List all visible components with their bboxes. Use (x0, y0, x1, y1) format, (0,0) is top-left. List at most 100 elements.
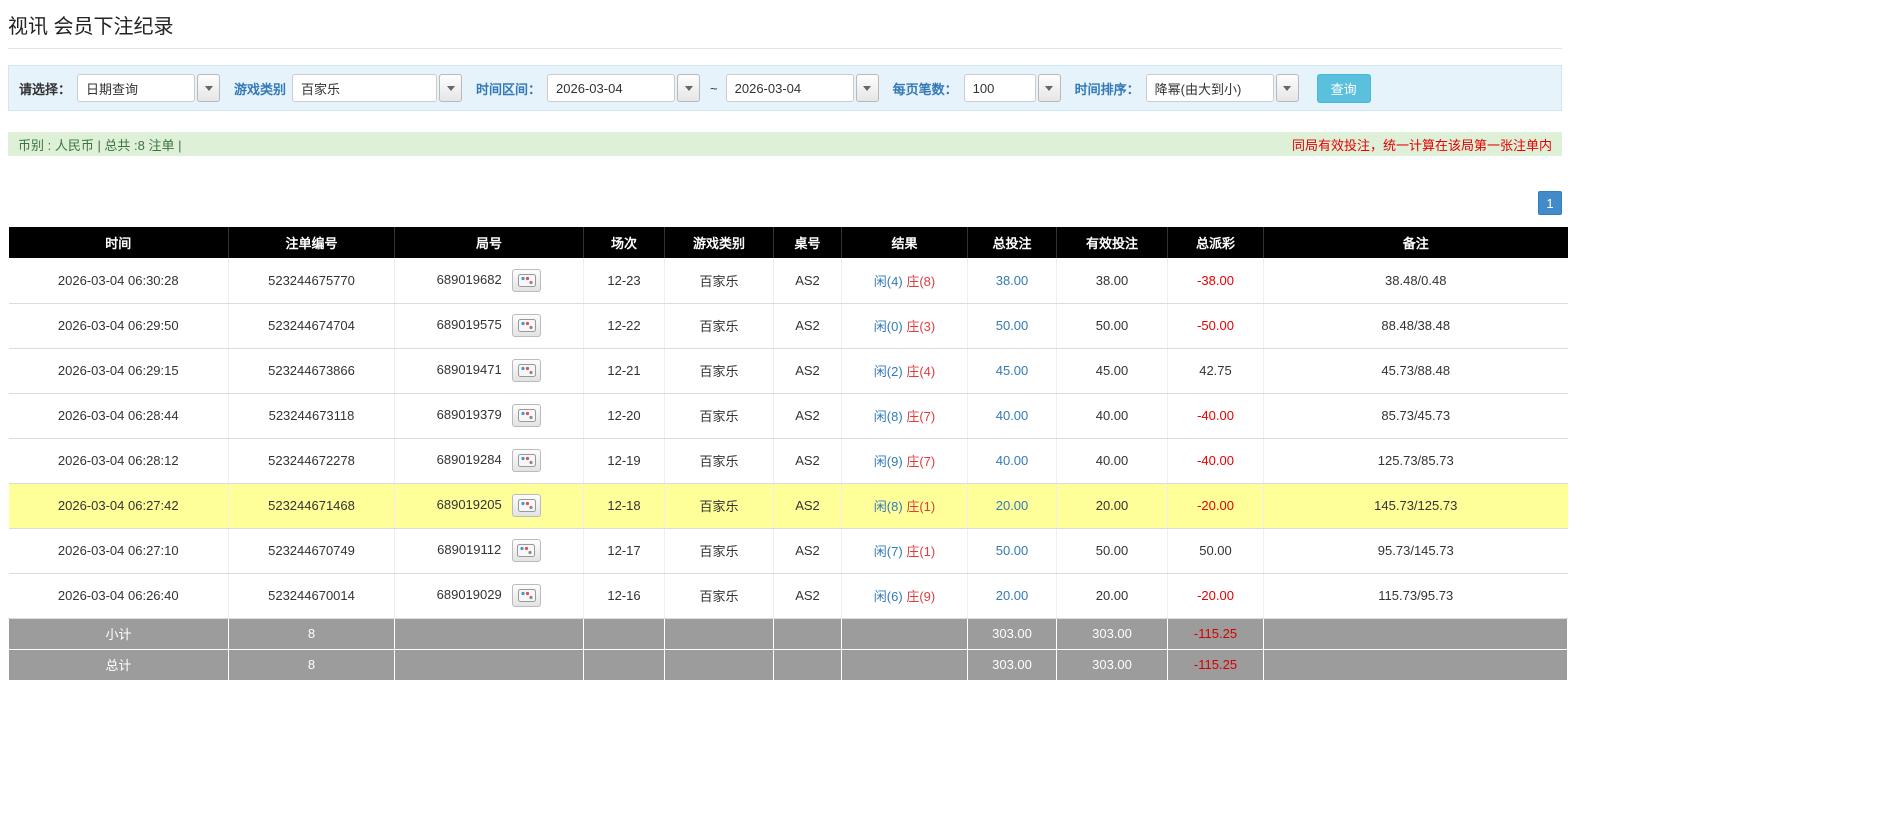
summary-payout: -115.25 (1167, 617, 1264, 650)
result-banker: 庄(7) (906, 409, 936, 424)
sort-dropdown-button[interactable] (1275, 74, 1299, 102)
round-id-text: 689019575 (436, 316, 502, 332)
date-to-combobox (725, 74, 879, 102)
column-header: 结果 (841, 227, 968, 258)
sort-combobox (1145, 74, 1299, 102)
cell-payout: -40.00 (1167, 393, 1264, 439)
cell-total-bet[interactable]: 20.00 (967, 483, 1057, 529)
roadmap-icon[interactable] (512, 314, 542, 337)
summary-empty (664, 617, 774, 650)
cell-time: 2026-03-04 06:29:50 (8, 303, 229, 349)
cell-total-bet[interactable]: 20.00 (967, 573, 1057, 619)
summary-empty (664, 648, 774, 681)
cell-total-bet[interactable]: 50.00 (967, 303, 1057, 349)
cell-remark: 38.48/0.48 (1263, 258, 1568, 304)
table-body: 2026-03-04 06:30:28 523244675770 6890196… (8, 258, 1568, 619)
date-from-input[interactable] (547, 74, 676, 102)
cell-time: 2026-03-04 06:28:12 (8, 438, 229, 484)
table-row: 2026-03-04 06:29:50 523244674704 6890195… (8, 303, 1568, 349)
cell-total-bet[interactable]: 50.00 (967, 528, 1057, 574)
cell-remark: 45.73/88.48 (1263, 348, 1568, 394)
cell-result: 闲(8) 庄(1) (841, 483, 968, 529)
cell-session: 12-16 (583, 573, 665, 619)
table-row: 2026-03-04 06:28:44 523244673118 6890193… (8, 393, 1568, 439)
cell-total-bet[interactable]: 40.00 (967, 393, 1057, 439)
summary-empty (1263, 648, 1568, 681)
cell-round-id: 689019471 (394, 348, 584, 394)
cell-session: 12-19 (583, 438, 665, 484)
cell-total-bet[interactable]: 45.00 (967, 348, 1057, 394)
query-type-input[interactable] (77, 74, 196, 102)
cell-time: 2026-03-04 06:29:15 (8, 348, 229, 394)
cell-table-no: AS2 (773, 438, 842, 484)
page-size-dropdown-button[interactable] (1037, 74, 1061, 102)
roadmap-icon[interactable] (512, 494, 542, 517)
roadmap-icon[interactable] (511, 539, 541, 562)
cell-round-id: 689019682 (394, 258, 584, 304)
chevron-down-icon (1045, 85, 1054, 91)
cell-valid-bet: 40.00 (1056, 438, 1168, 484)
roadmap-icon[interactable] (512, 404, 542, 427)
cell-bet-id: 523244670014 (228, 573, 395, 619)
game-type-input[interactable] (292, 74, 438, 102)
cell-game-type: 百家乐 (664, 573, 774, 619)
cell-result: 闲(0) 庄(3) (841, 303, 968, 349)
pagination: 1 (8, 191, 1562, 215)
cell-remark: 95.73/145.73 (1263, 528, 1568, 574)
cell-table-no: AS2 (773, 348, 842, 394)
game-type-dropdown-button[interactable] (439, 74, 463, 102)
cell-bet-id: 523244672278 (228, 438, 395, 484)
summary-count: 8 (228, 648, 395, 681)
page-size-input[interactable] (963, 74, 1036, 102)
cell-time: 2026-03-04 06:27:10 (8, 528, 229, 574)
search-button[interactable]: 查询 (1316, 73, 1371, 103)
roadmap-icon[interactable] (512, 359, 542, 382)
cell-result: 闲(2) 庄(4) (841, 348, 968, 394)
cell-table-no: AS2 (773, 303, 842, 349)
summary-empty (1263, 617, 1568, 650)
query-type-dropdown-button[interactable] (197, 74, 221, 102)
roadmap-icon[interactable] (512, 584, 542, 607)
result-player: 闲(7) (873, 544, 903, 559)
summary-row: 小计 8 303.00 303.00 -115.25 (8, 617, 1568, 650)
result-banker: 庄(1) (906, 544, 936, 559)
column-header: 总投注 (967, 227, 1057, 258)
cell-result: 闲(8) 庄(7) (841, 393, 968, 439)
time-range-label: 时间区间： (476, 81, 542, 97)
round-id-text: 689019112 (437, 541, 502, 557)
cell-session: 12-17 (583, 528, 665, 574)
summary-total-bet: 303.00 (967, 617, 1057, 650)
cell-table-no: AS2 (773, 573, 842, 619)
cell-result: 闲(6) 庄(9) (841, 573, 968, 619)
sort-input[interactable] (1145, 74, 1274, 102)
cell-session: 12-23 (583, 258, 665, 304)
result-player: 闲(6) (873, 589, 903, 604)
cell-remark: 145.73/125.73 (1263, 483, 1568, 529)
select-label: 请选择： (19, 81, 72, 97)
table-header: 时间 注单编号 局号 场次 游戏类别 桌号 结果 总投注 有效投注 总派彩 备注 (8, 227, 1568, 258)
cell-table-no: AS2 (773, 483, 842, 529)
roadmap-icon[interactable] (512, 449, 542, 472)
round-id-text: 689019682 (436, 271, 502, 287)
notice-text: 同局有效投注，统一计算在该局第一张注单内 (1291, 137, 1552, 153)
cell-result: 闲(9) 庄(7) (841, 438, 968, 484)
cell-total-bet[interactable]: 40.00 (967, 438, 1057, 484)
cell-session: 12-22 (583, 303, 665, 349)
result-banker: 庄(3) (906, 319, 936, 334)
cell-session: 12-20 (583, 393, 665, 439)
summary-valid-bet: 303.00 (1056, 617, 1168, 650)
cell-game-type: 百家乐 (664, 438, 774, 484)
cell-game-type: 百家乐 (664, 483, 774, 529)
cell-game-type: 百家乐 (664, 528, 774, 574)
date-from-dropdown-button[interactable] (677, 74, 701, 102)
summary-empty (841, 648, 968, 681)
page-size-label: 每页笔数： (892, 81, 958, 97)
summary-count: 8 (228, 617, 395, 650)
date-to-input[interactable] (725, 74, 854, 102)
cell-total-bet[interactable]: 38.00 (967, 258, 1057, 304)
page-button[interactable]: 1 (1538, 191, 1562, 215)
roadmap-icon[interactable] (512, 268, 542, 292)
table-row: 2026-03-04 06:30:28 523244675770 6890196… (8, 258, 1568, 304)
date-to-dropdown-button[interactable] (855, 74, 879, 102)
summary-empty (583, 648, 665, 681)
